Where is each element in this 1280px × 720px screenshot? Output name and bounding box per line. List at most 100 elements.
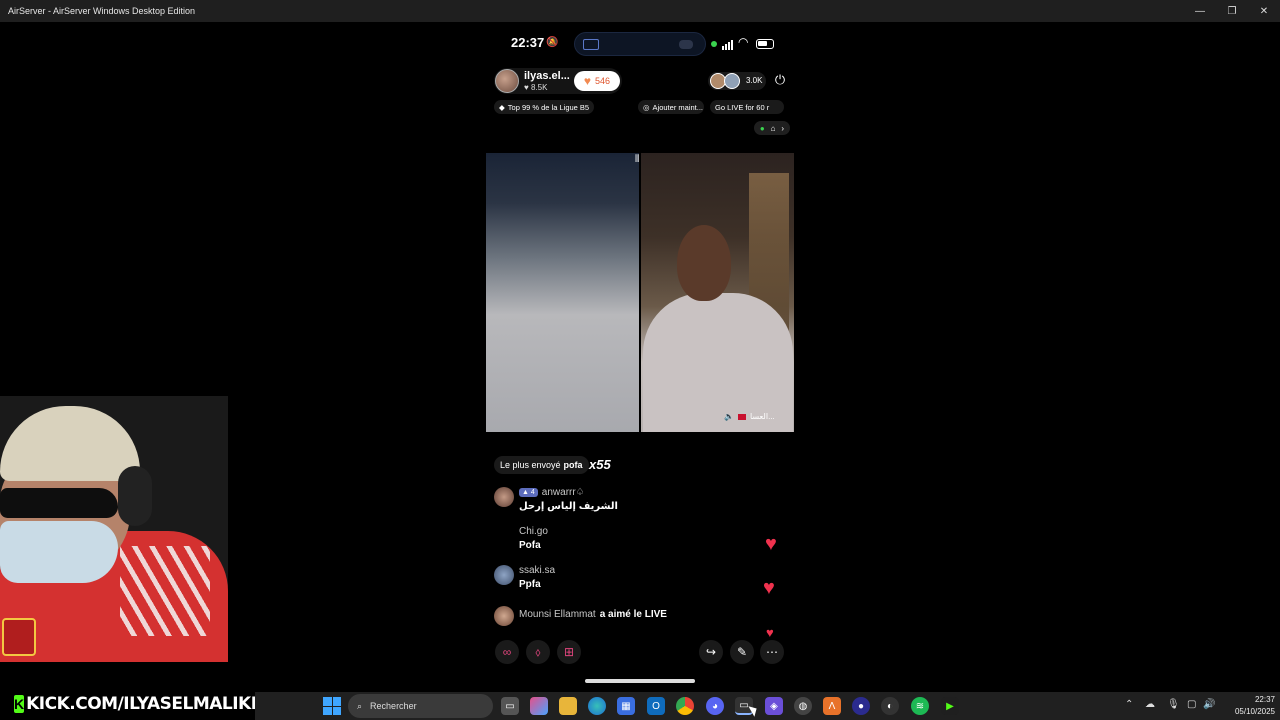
comment-item[interactable]: Chi.go Pofa (494, 526, 784, 556)
onedrive-icon[interactable]: ☁ (1145, 699, 1155, 710)
comment-username: ▲ 4 anwarrr♤ (519, 487, 585, 498)
comment-item[interactable]: ▲ 4 anwarrr♤ الشريف إلياس إرحل (494, 487, 784, 517)
microphone-icon[interactable]: 🎙 (1167, 699, 1180, 710)
window-titlebar: AirServer - AirServer Windows Desktop Ed… (0, 0, 1280, 22)
phone-clock: 22:37 (511, 35, 545, 50)
minimize-icon[interactable]: — (1184, 0, 1216, 22)
add-label: Ajouter maint... (652, 102, 703, 112)
webcam-headset (118, 466, 152, 526)
search-icon: ⌕ (357, 700, 363, 711)
viewer-count: 3.0K (746, 76, 763, 85)
host-video (486, 153, 639, 432)
guest-video (641, 153, 794, 432)
power-icon[interactable]: ⏻ (772, 72, 788, 88)
chrome-icon[interactable] (676, 697, 694, 715)
windows-taskbar: ⌕ Rechercher ▭ ▦ O ◕ ▭ ◈ ◍ Λ ● ◐ ≋ ▶ ⌃ ☁… (255, 692, 1280, 720)
wifi-icon: ◠ (738, 35, 749, 49)
obs-icon[interactable]: ◍ (794, 697, 812, 715)
comment-avatar (494, 606, 514, 626)
app-circle-icon[interactable]: ● (852, 697, 870, 715)
viewers-pill[interactable]: 3.0K (708, 72, 766, 90)
maximize-icon[interactable]: ❐ (1216, 0, 1248, 22)
phone-status-bar: 22:37 🔕 ◠ (486, 32, 794, 56)
heart-icon: ♥ (763, 577, 775, 599)
edge-icon[interactable] (588, 697, 606, 715)
live-controls: ∞ ⬨ ⊞ ↪ ✎ ⋯ (486, 640, 794, 664)
display-icon[interactable]: ▢ (1187, 699, 1196, 710)
viewer-avatar (724, 73, 740, 89)
chevron-right-icon: › (781, 123, 785, 133)
diamond-icon: ◆ (499, 102, 505, 112)
comment-user: Mounsi Ellammat (519, 609, 596, 620)
heart-small-icon: ♥ (524, 83, 531, 92)
mini-status-chip[interactable]: ● ⌂ › (754, 121, 790, 135)
store-icon[interactable]: ▦ (617, 697, 635, 715)
webcam-overlay (0, 396, 228, 662)
close-icon[interactable]: ✕ (1248, 0, 1280, 22)
outlook-icon[interactable]: O (647, 697, 665, 715)
taskbar-search[interactable]: ⌕ Rechercher (348, 694, 493, 718)
most-sent-prefix: Le plus envoyé (500, 460, 561, 470)
comment-item[interactable]: ssaki.sa Ppfa (494, 565, 784, 595)
camera-in-use-indicator (711, 41, 717, 47)
search-placeholder: Rechercher (370, 701, 417, 711)
split-divider-icon[interactable]: ⫴ (635, 154, 639, 165)
golive-chip[interactable]: Go LIVE for 60 r (710, 100, 784, 114)
more-icon[interactable]: ⋯ (760, 640, 784, 664)
battery-icon (756, 39, 774, 49)
league-label: Top 99 % de la Ligue B5 (507, 102, 590, 112)
chevron-up-icon[interactable]: ⌃ (1125, 699, 1133, 710)
taskbar-clock[interactable]: 22:37 05/10/2025 (1223, 694, 1275, 718)
league-chip[interactable]: ◆ Top 99 % de la Ligue B5 (494, 100, 595, 114)
host-likes: ♥ 8.5K (524, 83, 547, 92)
link-icon[interactable]: ∞ (495, 640, 519, 664)
comment-username: Mounsi Ellammat a aimé le LIVE (519, 609, 667, 620)
comment-user: anwarrr♤ (541, 487, 585, 498)
cellular-signal-icon (722, 38, 733, 50)
comment-item[interactable]: Mounsi Ellammat a aimé le LIVE (494, 606, 784, 628)
host-avatar (495, 69, 519, 93)
grid-icon[interactable]: ⊞ (557, 640, 581, 664)
volume-icon[interactable]: 🔊 (1203, 699, 1215, 710)
bell-muted-icon: 🔕 (546, 37, 559, 48)
level-icon: ▲ (522, 489, 531, 496)
like-count-button[interactable]: ♥ 546 (574, 71, 620, 91)
home-indicator[interactable] (585, 679, 695, 683)
share-icon[interactable]: ↪ (699, 640, 723, 664)
kick-logo-icon: K (14, 695, 25, 713)
club-emblem (2, 618, 36, 656)
comment-text: Pofa (519, 540, 541, 551)
level-badge: ▲ 4 (519, 488, 538, 497)
kick-app-icon[interactable]: ▶ (941, 697, 959, 715)
comment-user: ssaki.sa (519, 565, 556, 576)
webcam-mask (0, 521, 118, 583)
home-icon: ⌂ (770, 123, 776, 133)
most-sent-gift: Le plus envoyé pofa (494, 456, 589, 474)
webcam-sunglasses (0, 488, 118, 518)
discord-icon[interactable]: ◕ (706, 697, 724, 715)
level-number: 4 (530, 489, 535, 496)
screen-mirroring-icon (583, 39, 599, 50)
windows-start-icon[interactable] (323, 697, 341, 715)
webcam-shirt-stripes (120, 546, 210, 636)
task-view-icon[interactable]: ▭ (501, 697, 519, 715)
add-chip[interactable]: ◎ Ajouter maint... (638, 100, 704, 114)
magic-wand-icon[interactable]: ✎ (730, 640, 754, 664)
phone-mirror: 22:37 🔕 ◠ ilyas.el... ♥ 8.5K ♥ 546 3.0K … (486, 22, 794, 692)
taskbar-date: 05/10/2025 (1234, 707, 1275, 716)
golive-label: Go LIVE for 60 r (715, 102, 770, 112)
guest-label[interactable]: 🔈 العسا... (724, 412, 775, 421)
kick-banner: K KICK.COM/ILYASELMALIKI (14, 692, 257, 716)
app-dark-icon[interactable]: ◐ (881, 697, 899, 715)
copilot-icon[interactable] (530, 697, 548, 715)
spotify-icon[interactable]: ≋ (911, 697, 929, 715)
app-orange-icon[interactable]: Λ (823, 697, 841, 715)
add-circle-icon: ◎ (643, 102, 650, 112)
game-controller-icon[interactable]: ◈ (765, 697, 783, 715)
comment-avatar (494, 487, 514, 507)
battle-icon[interactable]: ⬨ (526, 640, 550, 664)
file-explorer-icon[interactable] (559, 697, 577, 715)
comment-text: الشريف إلياس إرحل (519, 501, 618, 512)
status-dot-icon: ● (759, 123, 765, 133)
webcam-cap (0, 406, 140, 481)
